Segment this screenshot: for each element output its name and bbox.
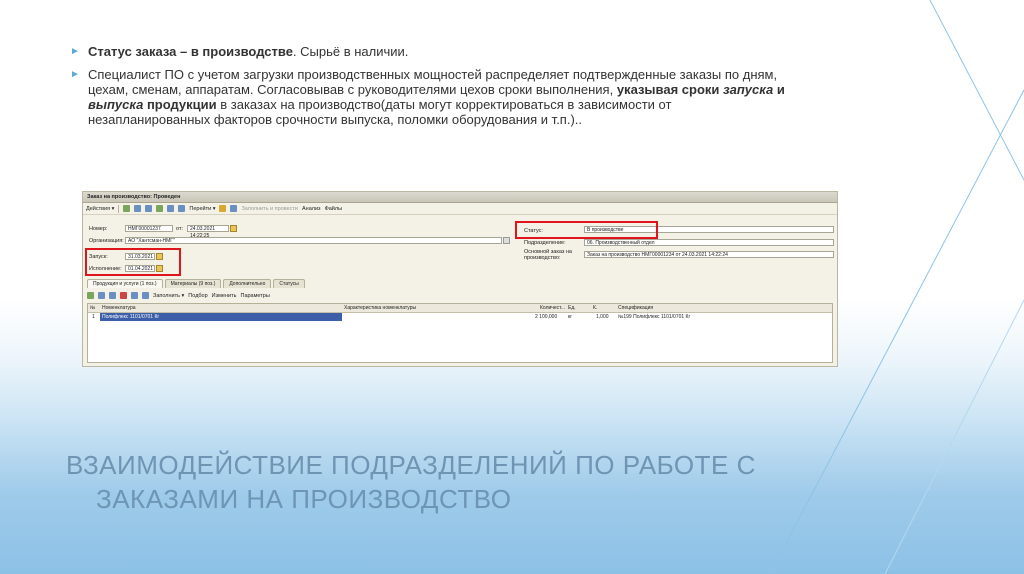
slide-title-line2: ЗАКАЗАМИ НА ПРОИЗВОДСТВО [96,484,512,514]
number-label: Номер: [89,226,108,232]
bullet-bold-italic-a: запуска [723,82,774,97]
tab-statuses[interactable]: Статусы [273,279,305,288]
select-button[interactable]: Подбор [188,293,207,299]
slide-title-line1: ВЗАИМОДЕЙСТВИЕ ПОДРАЗДЕЛЕНИЙ ПО РАБОТЕ С [66,450,756,480]
products-table: № Номенклатура Характеристика номенклату… [87,303,833,363]
col-item: Номенклатура [102,305,136,311]
move-up-icon[interactable] [131,292,138,299]
tab-materials[interactable]: Материалы (9 поз.) [164,279,222,288]
files-button[interactable]: Файлы [325,206,342,212]
cell-k[interactable]: 1,000 [596,313,609,321]
col-k: К. [593,305,598,311]
tab-strip: Продукция и услуги (1 поз.) Материалы (9… [87,279,305,288]
bullet-marker-icon: ► [70,69,80,80]
cell-qty[interactable]: 2 100,000 [535,313,557,321]
base-order-field[interactable]: Заказ на производство НМГ00001234 от 24.… [584,251,834,258]
cell-unit[interactable]: кг [568,313,572,321]
slide-title: ВЗАИМОДЕЙСТВИЕ ПОДРАЗДЕЛЕНИЙ ПО РАБОТЕ С… [66,448,756,516]
calendar-icon[interactable] [230,225,237,232]
fill-post-button[interactable]: Заполнить и провести [241,206,298,212]
col-qty: Количест... [540,305,566,311]
bullet-bold-italic-b: выпуска [88,97,144,112]
col-char: Характеристика номенклатуры [344,305,417,311]
col-unit: Ед. [568,305,576,311]
toolbar-divider [118,204,120,213]
base-order-label: Основной заказ на производство: [524,249,572,261]
table-icon[interactable] [230,205,238,212]
date-field[interactable]: 24.03.2021 14:22:25 [187,225,229,239]
order-window: Заказ на производство: Проведен Действия… [82,191,838,367]
table-row[interactable]: 1 Полифлекс 1101/0701 Кг 2 100,000 кг 1,… [88,313,832,321]
highlight-dates [85,248,181,276]
org-label: Организация: [89,238,124,244]
bullet-marker-icon: ► [70,46,80,57]
col-num: № [90,305,96,311]
table-toolbar: Заполнить ▾ Подбор Изменить Параметры [87,291,270,300]
bullet-bold-b: и [773,82,785,97]
org-field[interactable]: АО "Хантсман-НМГ" [125,237,502,244]
cell-item[interactable]: Полифлекс 1101/0701 Кг [102,313,159,321]
help-icon[interactable] [219,205,227,212]
bullet-bold-c: продукции [143,97,217,112]
goto-menu[interactable]: Перейти ▾ [189,206,215,212]
window-toolbar: Действия ▾ Перейти ▾ Заполнить и провест… [83,203,837,215]
bullet-status-bold: Статус заказа – в производстве [88,44,293,59]
highlight-status [515,221,658,239]
window-title: Заказ на производство: Проведен [83,192,837,203]
post-icon[interactable] [145,205,153,212]
add-row-icon[interactable] [87,292,94,299]
edit-row-icon[interactable] [109,292,116,299]
col-spec: Спецификация [618,305,654,311]
tab-additional[interactable]: Дополнительно [223,279,272,288]
bullet-specialist: ► Специалист ПО с учетом загрузки произв… [70,67,790,127]
cell-spec[interactable]: №199 Полифлекс 1101/0701 Кг [618,313,690,321]
copy-icon[interactable] [134,205,142,212]
table-header: № Номенклатура Характеристика номенклату… [88,304,832,313]
fill-menu[interactable]: Заполнить ▾ [153,293,184,299]
copy-row-icon[interactable] [98,292,105,299]
bullet-list: ► Статус заказа – в производстве. Сырьё … [70,44,790,135]
structure-icon[interactable] [167,205,175,212]
bullet-bold-a: указывая сроки [613,82,723,97]
change-button[interactable]: Изменить [212,293,237,299]
analysis-button[interactable]: Анализ [302,206,321,212]
params-button[interactable]: Параметры [240,293,269,299]
from-label: от: [176,226,183,232]
cell-num: 1 [92,314,95,320]
add-icon[interactable] [123,205,131,212]
refresh-icon[interactable] [156,205,164,212]
dept-field[interactable]: 06. Производственный отдел [584,239,834,246]
select-org-icon[interactable] [503,237,510,244]
dept-label: Подразделение: [524,240,566,246]
delete-row-icon[interactable] [120,292,127,299]
print-icon[interactable] [178,205,186,212]
move-down-icon[interactable] [142,292,149,299]
number-field[interactable]: НМГ00001237 [125,225,173,232]
tab-products[interactable]: Продукция и услуги (1 поз.) [87,279,163,288]
actions-menu[interactable]: Действия ▾ [86,206,114,212]
bullet-status-rest: . Сырьё в наличии. [292,44,409,59]
bullet-status: ► Статус заказа – в производстве. Сырьё … [70,44,790,59]
